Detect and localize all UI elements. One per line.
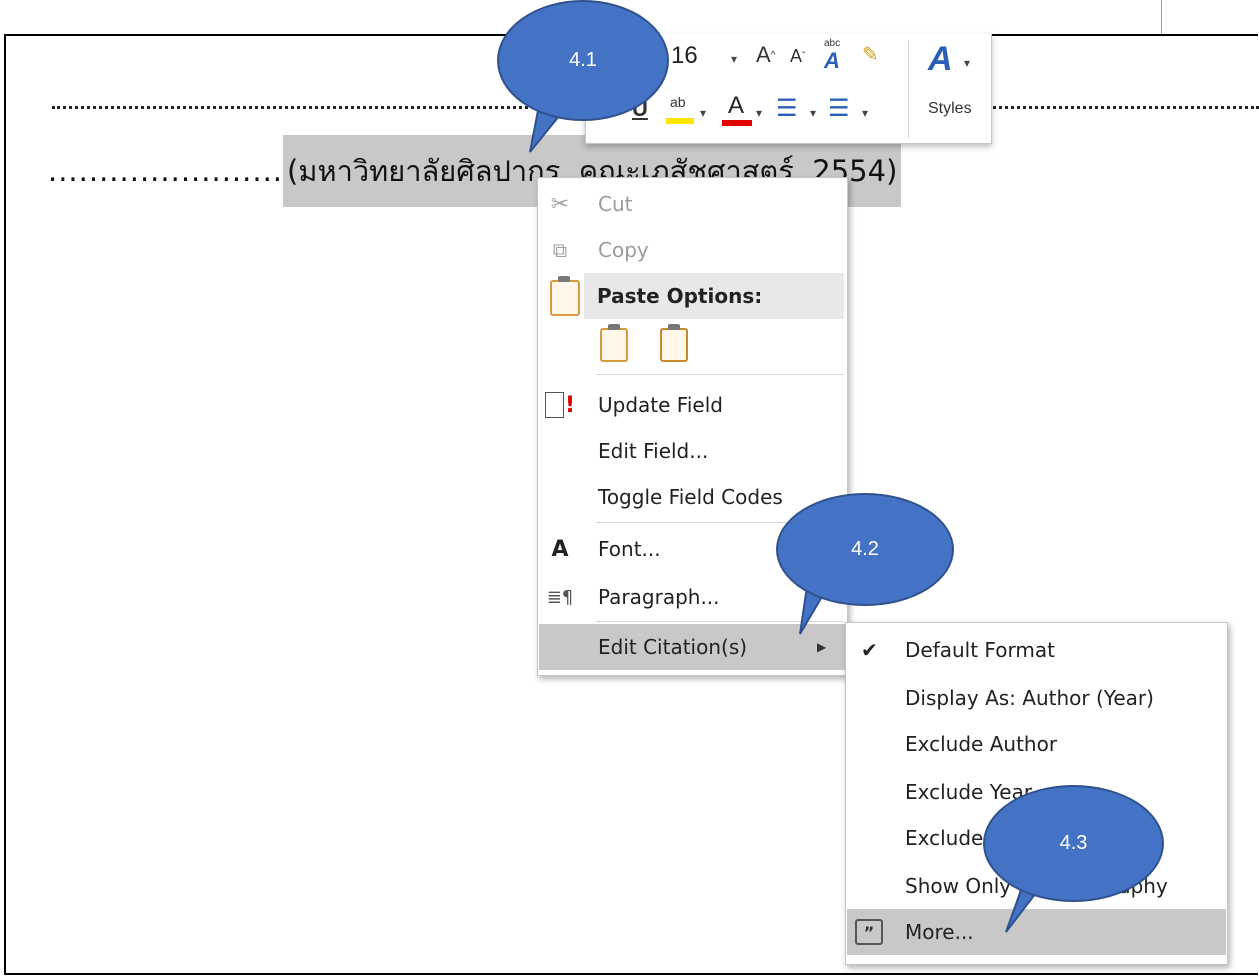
highlight-color-icon[interactable]: ab xyxy=(666,94,696,126)
callout-4-1: 4.1 xyxy=(497,0,669,121)
copy-icon: ⧉ xyxy=(552,238,568,262)
font-size-box[interactable]: 16 xyxy=(671,42,698,70)
menu-item-copy[interactable]: ⧉ Copy xyxy=(539,227,846,273)
submenu-item-default-format[interactable]: ✔ Default Format xyxy=(847,627,1226,673)
paste-options-header: Paste Options: xyxy=(584,273,844,319)
submenu-item-exclude-author[interactable]: Exclude Author xyxy=(847,721,1226,767)
font-color-icon[interactable]: A xyxy=(722,92,752,126)
menu-item-cut[interactable]: ✂ Cut xyxy=(539,181,846,227)
paste-keep-formatting-icon[interactable] xyxy=(600,324,628,362)
citation-more-icon: ” xyxy=(855,919,883,945)
highlight-dropdown-icon[interactable]: ▾ xyxy=(700,106,706,120)
toolbar-divider xyxy=(908,40,909,138)
paste-icon xyxy=(550,276,580,316)
menu-item-update-field[interactable]: ! Update Field xyxy=(539,382,846,428)
callout-4-2: 4.2 xyxy=(776,493,954,606)
shrink-font-icon[interactable]: Aˇ xyxy=(790,46,805,67)
submenu-item-display-as-author-year[interactable]: Display As: Author (Year) xyxy=(847,675,1226,721)
grow-font-icon[interactable]: A ^ xyxy=(756,42,775,68)
bullets-icon[interactable]: ☰ xyxy=(776,94,798,123)
styles-dropdown-icon[interactable]: ▾ xyxy=(964,56,970,70)
numbering-dropdown-icon[interactable]: ▾ xyxy=(862,106,868,120)
font-size-dropdown-icon[interactable]: ▾ xyxy=(731,52,737,66)
menu-separator xyxy=(596,374,844,375)
numbering-icon[interactable]: ☰ xyxy=(828,94,850,123)
paste-picture-icon[interactable] xyxy=(660,324,688,362)
dotted-leader: ....................... xyxy=(48,154,284,188)
checkmark-icon: ✔ xyxy=(861,638,878,662)
callout-label: 4.3 xyxy=(1059,832,1088,854)
clear-formatting-icon[interactable]: abc A xyxy=(824,38,840,74)
paragraph-icon: ≣¶ xyxy=(546,586,574,608)
bullets-dropdown-icon[interactable]: ▾ xyxy=(810,106,816,120)
page-corner-mark xyxy=(1161,0,1208,36)
styles-label[interactable]: Styles xyxy=(928,100,972,118)
update-field-icon: ! xyxy=(545,390,575,420)
callout-label: 4.2 xyxy=(851,538,879,560)
styles-icon[interactable]: A xyxy=(928,40,953,79)
menu-item-edit-field[interactable]: Edit Field... xyxy=(539,428,846,474)
callout-label: 4.1 xyxy=(569,49,597,71)
scissors-icon: ✂ xyxy=(550,191,570,217)
font-color-dropdown-icon[interactable]: ▾ xyxy=(756,106,762,120)
format-painter-icon[interactable]: ✎ xyxy=(862,42,879,67)
callout-4-3: 4.3 xyxy=(983,785,1164,902)
submenu-arrow-icon: ▶ xyxy=(817,640,827,654)
font-icon: A xyxy=(551,536,569,562)
